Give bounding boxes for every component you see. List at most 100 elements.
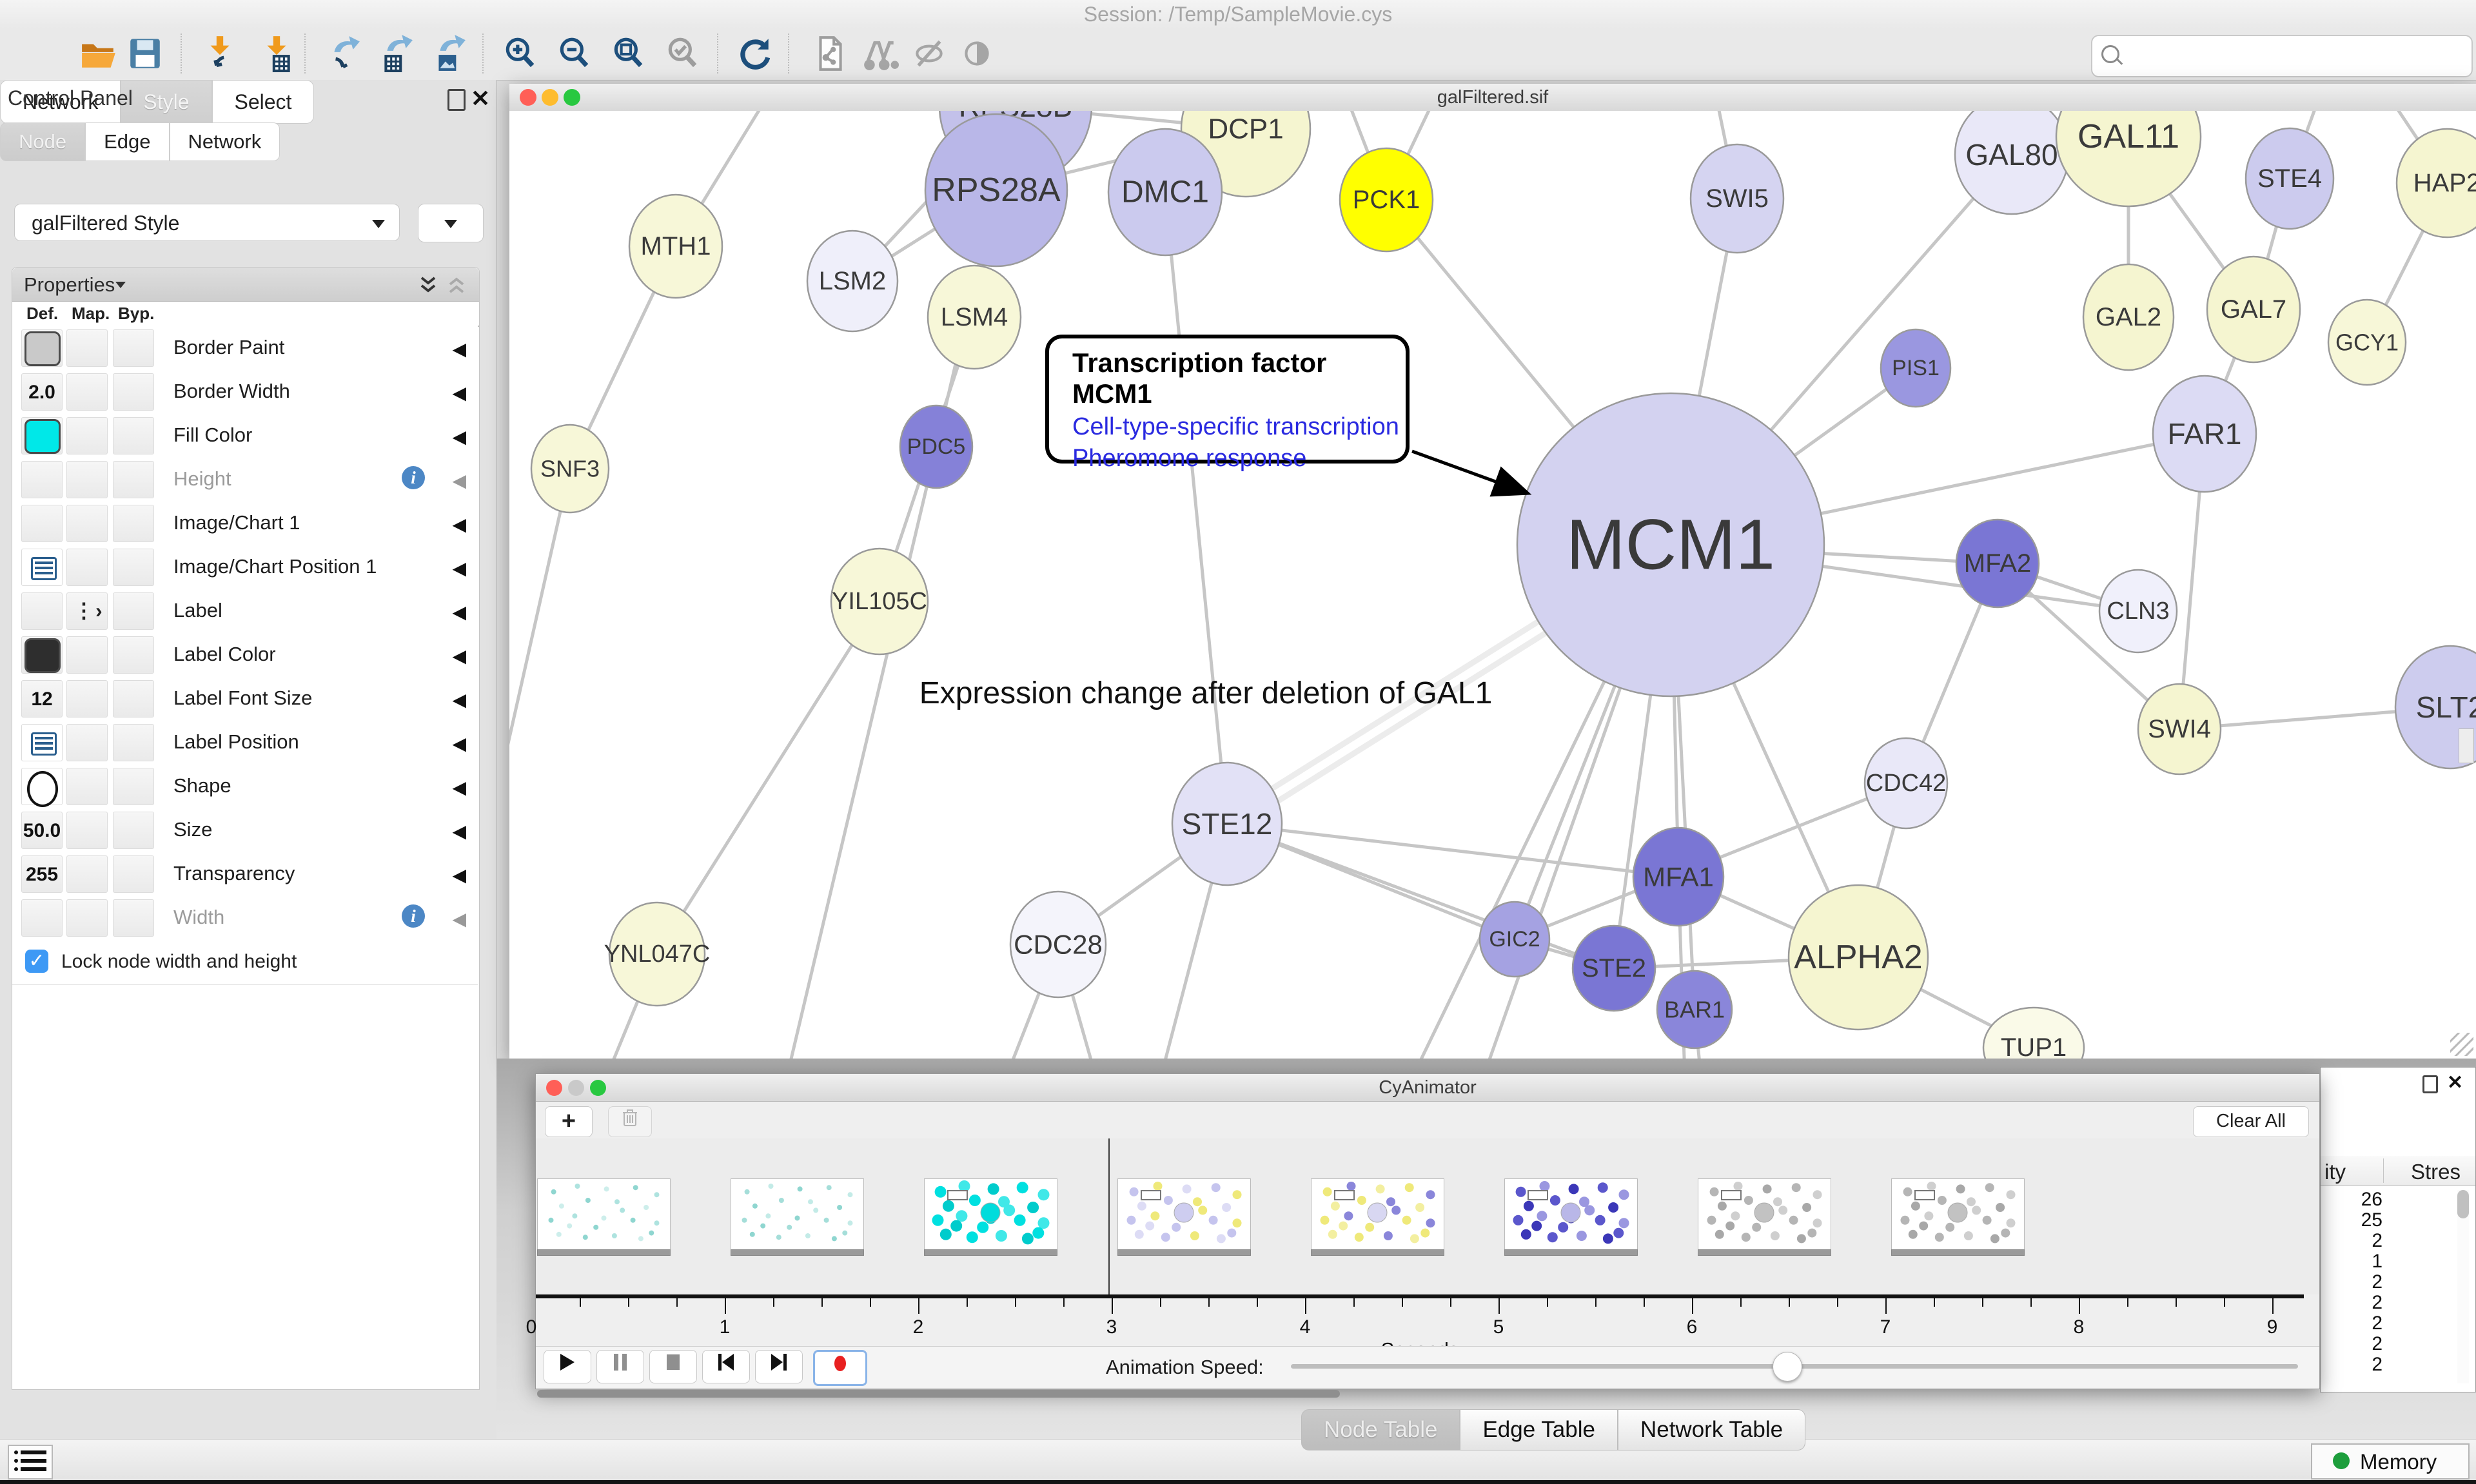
memory-button[interactable]: Memory <box>2311 1443 2470 1479</box>
search-binoculars-icon[interactable] <box>861 35 899 72</box>
clear-all-frames-button[interactable]: Clear All Frames <box>2193 1106 2309 1137</box>
column-header-ity[interactable]: ity <box>2324 1160 2346 1184</box>
table-scrollbar[interactable] <box>2457 1190 2469 1383</box>
expand-left-icon[interactable]: ◀ <box>452 601 466 623</box>
table-row[interactable]: 26 <box>2321 1189 2444 1209</box>
frame-thumbnail-7[interactable] <box>1891 1178 2025 1251</box>
export-table-icon[interactable] <box>378 35 415 72</box>
bypass-cell[interactable] <box>113 373 154 411</box>
float-panel-icon[interactable] <box>447 89 466 111</box>
default-value-cell[interactable]: 12 <box>21 680 63 718</box>
collapse-all-icon[interactable] <box>418 275 438 295</box>
bypass-cell[interactable] <box>113 680 154 718</box>
column-header-stress[interactable]: Stres <box>2411 1160 2461 1184</box>
horizontal-scrollbar[interactable] <box>537 1390 1340 1398</box>
default-value-cell[interactable] <box>21 417 63 454</box>
default-value-cell[interactable]: 255 <box>21 855 63 893</box>
expand-left-icon[interactable]: ◀ <box>452 426 466 447</box>
expand-all-icon[interactable] <box>447 275 466 295</box>
bypass-cell[interactable] <box>113 636 154 674</box>
task-history-button[interactable] <box>8 1445 53 1479</box>
minimize-icon[interactable] <box>542 89 558 106</box>
table-row[interactable]: 1 <box>2321 1251 2444 1271</box>
bypass-cell[interactable] <box>113 855 154 893</box>
properties-header[interactable]: Properties <box>12 268 479 302</box>
close-icon[interactable] <box>520 89 536 106</box>
table-row[interactable]: 2 <box>2321 1230 2444 1251</box>
bypass-cell[interactable] <box>113 768 154 805</box>
panel-tab-network[interactable]: Network <box>170 122 280 161</box>
delete-frame-button[interactable] <box>608 1106 652 1137</box>
table-row[interactable]: 2 <box>2321 1313 2444 1333</box>
mapping-cell[interactable] <box>66 636 108 674</box>
tab-node-table[interactable]: Node Table <box>1301 1409 1460 1450</box>
save-session-icon[interactable] <box>126 35 164 72</box>
frame-thumbnail-5[interactable] <box>1504 1178 1638 1251</box>
bypass-cell[interactable] <box>113 461 154 498</box>
mapping-cell[interactable] <box>66 724 108 761</box>
close-panel-icon[interactable]: ✕ <box>471 85 490 112</box>
zoom-fit-icon[interactable] <box>610 35 647 72</box>
frame-thumbnail-6[interactable] <box>1698 1178 1831 1251</box>
open-session-icon[interactable] <box>80 35 117 72</box>
close-icon[interactable] <box>546 1080 562 1096</box>
canvas-side-button[interactable] <box>2459 728 2474 763</box>
search-input[interactable] <box>2126 39 2464 72</box>
expand-left-icon[interactable]: ◀ <box>452 382 466 404</box>
bypass-cell[interactable] <box>113 812 154 849</box>
table-row[interactable]: 2 <box>2321 1271 2444 1292</box>
expand-left-icon[interactable]: ◀ <box>452 514 466 535</box>
default-value-cell[interactable] <box>21 724 63 761</box>
expand-left-icon[interactable]: ◀ <box>452 645 466 667</box>
style-selector[interactable]: galFiltered Style <box>14 204 400 241</box>
float-panel-icon[interactable] <box>2422 1075 2438 1093</box>
bypass-cell[interactable] <box>113 899 154 937</box>
export-network-icon[interactable] <box>325 35 362 72</box>
mapping-cell[interactable] <box>66 461 108 498</box>
default-value-cell[interactable] <box>21 329 63 367</box>
default-value-cell[interactable] <box>21 505 63 542</box>
zoom-selected-icon[interactable] <box>664 35 702 72</box>
panel-tab-edge[interactable]: Edge <box>85 122 169 161</box>
frame-thumbnail-3[interactable] <box>1117 1178 1251 1251</box>
style-options-button[interactable] <box>418 204 484 242</box>
maximize-icon[interactable] <box>590 1080 606 1096</box>
bypass-cell[interactable] <box>113 505 154 542</box>
expand-left-icon[interactable]: ◀ <box>452 689 466 710</box>
table-row[interactable]: 25 <box>2321 1209 2444 1230</box>
tab-edge-table[interactable]: Edge Table <box>1460 1409 1618 1450</box>
maximize-icon[interactable] <box>564 89 580 106</box>
import-table-icon[interactable] <box>258 35 295 72</box>
frame-thumbnail-1[interactable] <box>731 1178 864 1251</box>
play-button[interactable] <box>544 1350 591 1383</box>
default-value-cell[interactable]: 50.0 <box>21 812 63 849</box>
table-row[interactable]: 2 <box>2321 1292 2444 1313</box>
close-panel-icon[interactable]: ✕ <box>2447 1071 2463 1094</box>
skip-to-end-button[interactable] <box>755 1350 803 1383</box>
skip-to-start-button[interactable] <box>702 1350 750 1383</box>
default-value-cell[interactable] <box>21 768 63 805</box>
expand-left-icon[interactable]: ◀ <box>452 821 466 842</box>
minimize-icon[interactable] <box>568 1080 584 1096</box>
annotation-link-2[interactable]: Pheromone response <box>1072 445 1406 473</box>
tab-network-table[interactable]: Network Table <box>1618 1409 1805 1450</box>
expand-left-icon[interactable]: ◀ <box>452 777 466 798</box>
timeline-playhead[interactable] <box>1108 1138 1110 1294</box>
table-row[interactable]: 2 <box>2321 1354 2444 1374</box>
zoom-out-icon[interactable] <box>556 35 593 72</box>
panel-tab-node[interactable]: Node <box>0 122 85 161</box>
record-button[interactable] <box>813 1350 867 1386</box>
expand-left-icon[interactable]: ◀ <box>452 470 466 491</box>
show-panel-eye-icon[interactable] <box>958 35 996 72</box>
bypass-cell[interactable] <box>113 417 154 454</box>
tab-select[interactable]: Select <box>212 80 315 124</box>
tab-style[interactable]: Style <box>121 80 211 124</box>
default-value-cell[interactable] <box>21 592 63 630</box>
default-value-cell[interactable] <box>21 549 63 586</box>
pause-button[interactable] <box>596 1350 644 1383</box>
stop-button[interactable] <box>649 1350 697 1383</box>
default-value-cell[interactable] <box>21 461 63 498</box>
mapping-cell[interactable] <box>66 812 108 849</box>
default-value-cell[interactable] <box>21 636 63 674</box>
frame-thumbnail-4[interactable] <box>1311 1178 1444 1251</box>
